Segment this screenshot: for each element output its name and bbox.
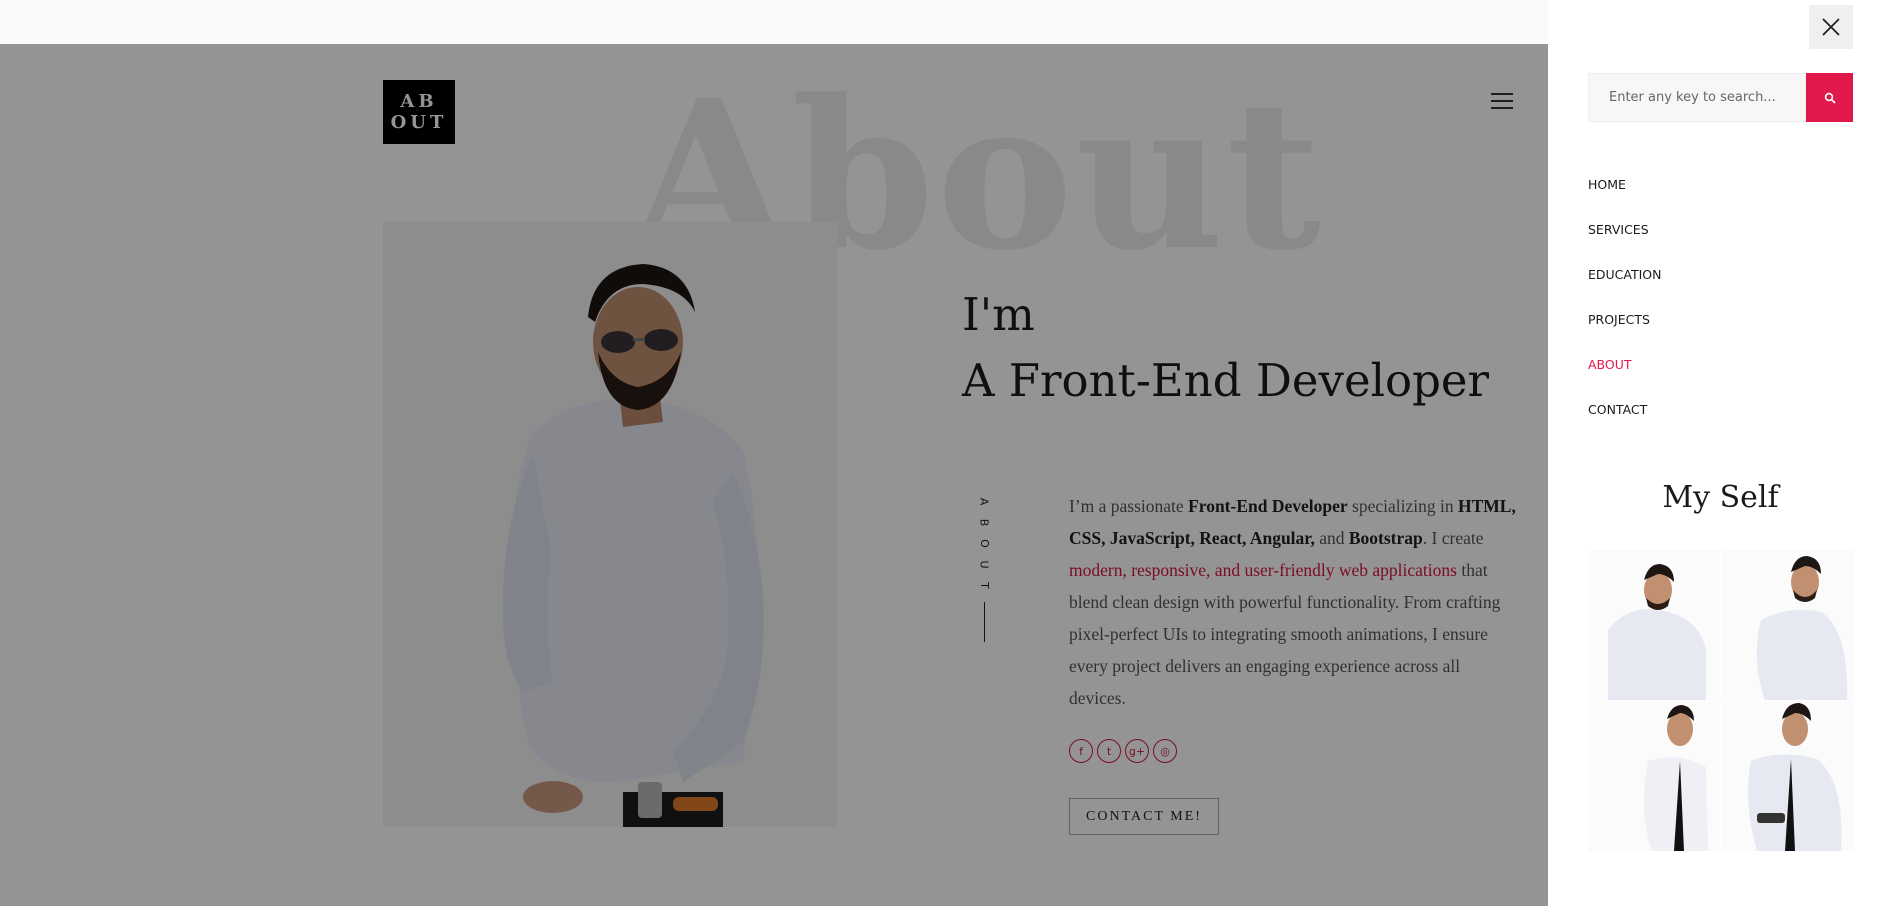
gallery-photo-2[interactable] (1721, 550, 1853, 700)
nav-item-contact[interactable]: CONTACT (1588, 396, 1662, 441)
my-self-gallery (1588, 550, 1853, 851)
nav-item-about[interactable]: ABOUT (1588, 351, 1662, 396)
page-dim-overlay[interactable] (0, 44, 1548, 906)
nav-item-projects[interactable]: PROJECTS (1588, 306, 1662, 351)
drawer-search (1588, 73, 1853, 122)
close-drawer-button[interactable] (1809, 5, 1853, 49)
gallery-photo-4[interactable] (1721, 701, 1853, 851)
nav-item-education[interactable]: EDUCATION (1588, 261, 1662, 306)
gallery-photo-1[interactable] (1588, 550, 1720, 700)
search-button[interactable] (1806, 73, 1853, 122)
drawer-nav: HOME SERVICES EDUCATION PROJECTS ABOUT C… (1588, 171, 1662, 441)
nav-item-home[interactable]: HOME (1588, 171, 1662, 216)
search-icon (1824, 92, 1836, 104)
top-strip (0, 0, 1548, 44)
gallery-photo-3[interactable] (1588, 701, 1720, 851)
nav-item-services[interactable]: SERVICES (1588, 216, 1662, 261)
gallery-title: My Self (1662, 480, 1779, 515)
search-input[interactable] (1588, 73, 1806, 122)
close-icon (1822, 18, 1840, 36)
